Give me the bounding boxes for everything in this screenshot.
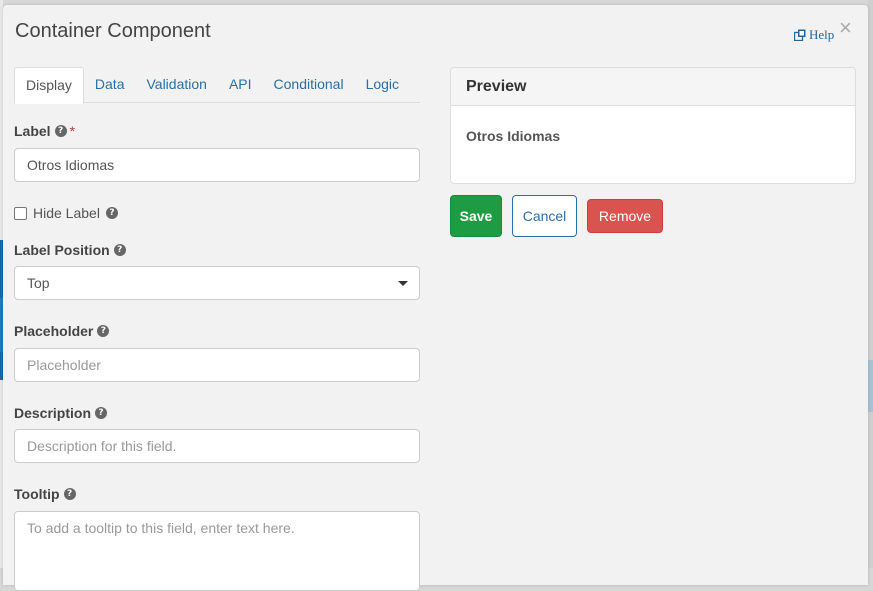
help-icon[interactable]: ? [97, 325, 110, 337]
help-icon[interactable]: ? [95, 407, 108, 419]
label-position-select[interactable]: Top [14, 266, 420, 300]
close-icon[interactable]: × [839, 17, 852, 39]
background-page-right-edge [868, 0, 873, 568]
settings-tabs: Display Data Validation API Conditional … [14, 67, 420, 104]
tooltip-textarea[interactable]: To add a tooltip to this field, enter te… [14, 511, 420, 591]
help-link-label: Help [809, 27, 835, 42]
tooltip-label: Tooltip ? [14, 486, 76, 502]
required-marker: * [69, 123, 76, 139]
placeholder-input[interactable]: Placeholder [14, 348, 420, 382]
help-icon[interactable]: ? [113, 244, 126, 256]
placeholder-label-text: Placeholder [14, 323, 94, 339]
background-page-right-highlight [868, 360, 873, 412]
hide-label-row: Hide Label ? [14, 205, 118, 221]
placeholder-label: Placeholder ? [14, 323, 110, 339]
help-icon[interactable]: ? [63, 488, 76, 500]
description-label-text: Description [14, 405, 92, 421]
description-input[interactable]: Description for this field. [14, 429, 420, 463]
external-link-icon [794, 29, 806, 41]
help-link[interactable]: Help [794, 27, 834, 43]
help-icon[interactable]: ? [105, 207, 118, 219]
component-settings-modal: Container Component Help × Display Data … [3, 5, 868, 591]
hide-label-checkbox[interactable] [14, 206, 27, 220]
remove-button[interactable]: Remove [587, 199, 663, 233]
tab-validation[interactable]: Validation [135, 67, 217, 103]
tab-logic[interactable]: Logic [355, 67, 410, 103]
label-position-label-text: Label Position [14, 242, 110, 258]
help-icon[interactable]: ? [54, 125, 67, 137]
description-label: Description ? [14, 405, 108, 421]
tab-display[interactable]: Display [14, 67, 84, 104]
cancel-button[interactable]: Cancel [512, 195, 577, 237]
caret-down-icon [398, 281, 408, 286]
preview-title: Preview [451, 68, 855, 106]
save-button[interactable]: Save [450, 195, 502, 237]
tab-conditional[interactable]: Conditional [263, 67, 355, 103]
label-field-label-text: Label [14, 123, 51, 139]
preview-panel: Preview Otros Idiomas [450, 67, 856, 184]
hide-label-text: Hide Label [33, 205, 100, 221]
tab-data[interactable]: Data [84, 67, 136, 103]
label-position-label: Label Position ? [14, 242, 126, 258]
label-position-selected: Top [27, 275, 50, 291]
label-input[interactable]: Otros Idiomas [14, 148, 420, 182]
tooltip-label-text: Tooltip [14, 486, 60, 502]
tab-api[interactable]: API [218, 67, 263, 103]
preview-content-label: Otros Idiomas [466, 128, 561, 144]
modal-title: Container Component [15, 20, 211, 42]
label-field-label: Label ? * [14, 123, 75, 139]
